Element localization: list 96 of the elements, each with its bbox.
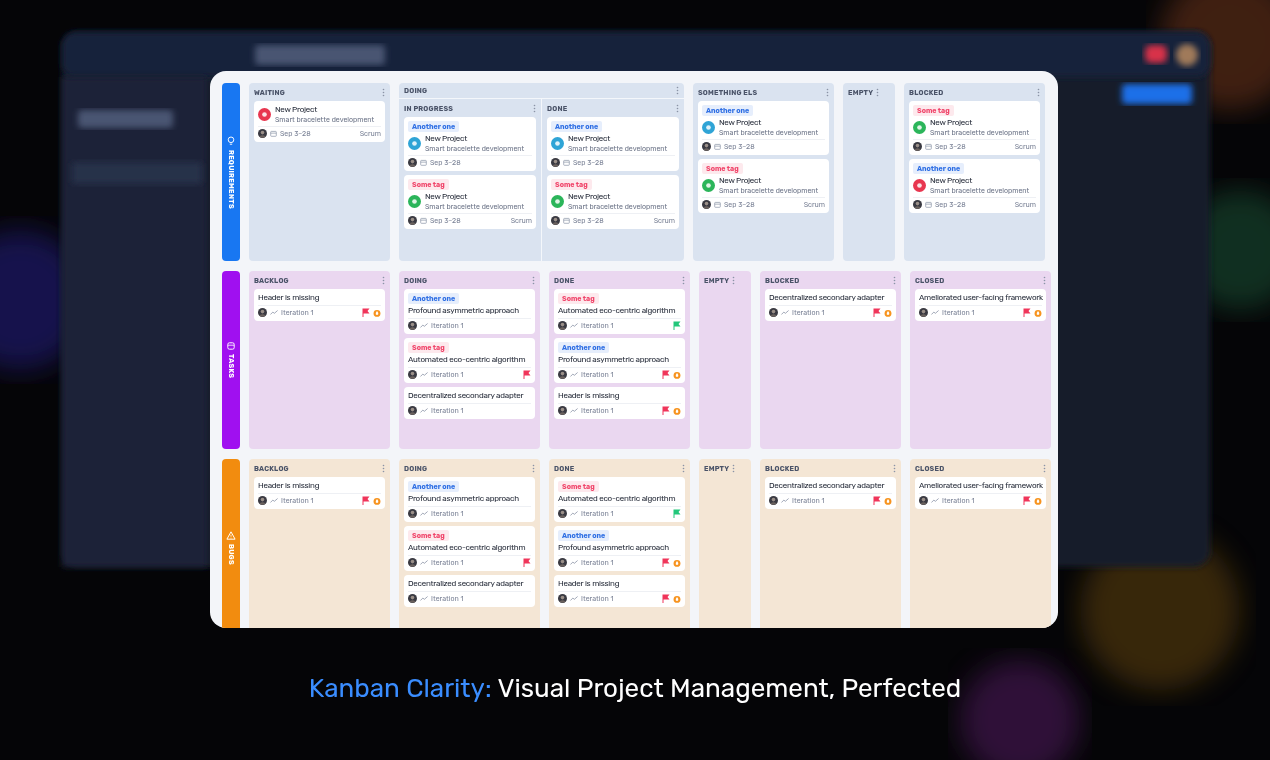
avatar-icon: [558, 558, 567, 567]
avatar-icon: [558, 370, 567, 379]
fire-icon: [1034, 496, 1042, 505]
card-title: Decentralized secondary adapter: [408, 579, 525, 589]
avatar-icon: [769, 308, 778, 317]
fire-icon: [373, 308, 381, 317]
card-title: New Project: [930, 176, 974, 186]
calendar-icon: [714, 201, 721, 208]
avatar-icon: [913, 142, 922, 151]
calendar-icon: [563, 159, 570, 166]
fire-icon: [673, 370, 681, 379]
avatar-icon: [558, 406, 567, 415]
trend-icon: [420, 596, 428, 601]
card-title: Header is missing: [558, 579, 621, 589]
trend-icon: [570, 511, 578, 516]
trend-icon: [420, 408, 428, 413]
card-title: New Project: [930, 118, 974, 128]
avatar-icon: [408, 558, 417, 567]
card-title: New Project: [719, 176, 763, 186]
avatar-icon: [408, 216, 417, 225]
card-title: New Project: [425, 192, 469, 202]
trend-icon: [420, 560, 428, 565]
avatar-icon: [408, 158, 417, 167]
fire-icon: [673, 594, 681, 603]
fire-icon: [673, 558, 681, 567]
caption-text: Visual Project Management, Perfected: [497, 673, 962, 704]
calendar-icon: [925, 143, 932, 150]
calendar-icon: [420, 159, 427, 166]
trend-icon: [570, 372, 578, 377]
fire-icon: [373, 496, 381, 505]
fire-icon: [673, 406, 681, 415]
card-title: Profound asymmetric approach: [408, 306, 520, 316]
trend-icon: [931, 310, 939, 315]
avatar-icon: [408, 321, 417, 330]
calendar-icon: [420, 217, 427, 224]
caption-highlight: Kanban Clarity:: [308, 673, 492, 704]
trend-icon: [420, 323, 428, 328]
card-title: New Project: [425, 134, 469, 144]
avatar-icon: [408, 370, 417, 379]
fire-icon: [1034, 308, 1042, 317]
trend-icon: [570, 323, 578, 328]
card-title: Automated eco-centric algorithm: [408, 355, 527, 365]
card-title: Decentralized secondary adapter: [769, 293, 886, 303]
lightbulb-icon: [227, 135, 235, 146]
card-title: Decentralized secondary adapter: [408, 391, 525, 401]
card-title: Ameliorated user-facing framework: [919, 481, 1042, 491]
warning-icon: [226, 531, 236, 541]
avatar-icon: [702, 200, 711, 209]
avatar-icon: [408, 406, 417, 415]
fire-icon: [884, 496, 892, 505]
avatar-icon: [408, 594, 417, 603]
trend-icon: [270, 310, 278, 315]
card-title: Profound asymmetric approach: [558, 543, 670, 553]
calendar-icon: [563, 217, 570, 224]
avatar-icon: [258, 496, 267, 505]
avatar-icon: [769, 496, 778, 505]
trend-icon: [570, 560, 578, 565]
calendar-icon: [714, 143, 721, 150]
trend-icon: [420, 511, 428, 516]
avatar-icon: [258, 308, 267, 317]
trend-icon: [270, 498, 278, 503]
card-title: Profound asymmetric approach: [408, 494, 520, 504]
avatar-icon: [702, 142, 711, 151]
card-title: Automated eco-centric algorithm: [558, 306, 677, 316]
avatar-icon: [258, 129, 267, 138]
card-title: Header is missing: [258, 293, 321, 303]
trend-icon: [931, 498, 939, 503]
avatar-icon: [558, 594, 567, 603]
calendar-icon: [925, 201, 932, 208]
card-title: New Project: [275, 105, 319, 115]
trend-icon: [570, 408, 578, 413]
card-title: Ameliorated user-facing framework: [919, 293, 1042, 303]
avatar-icon: [913, 200, 922, 209]
calendar-icon: [270, 130, 277, 137]
trend-icon: [781, 498, 789, 503]
card-title: Automated eco-centric algorithm: [408, 543, 527, 553]
card-title: Automated eco-centric algorithm: [558, 494, 677, 504]
avatar-icon: [551, 216, 560, 225]
card-title: New Project: [568, 192, 612, 202]
box-icon: [227, 341, 235, 350]
avatar-icon: [558, 509, 567, 518]
card-title: New Project: [719, 118, 763, 128]
fire-icon: [884, 308, 892, 317]
card-title: Header is missing: [558, 391, 621, 401]
card-title: Profound asymmetric approach: [558, 355, 670, 365]
avatar-icon: [558, 321, 567, 330]
card-title: Decentralized secondary adapter: [769, 481, 886, 491]
trend-icon: [570, 596, 578, 601]
trend-icon: [420, 372, 428, 377]
card-title: New Project: [568, 134, 612, 144]
trend-icon: [781, 310, 789, 315]
avatar-icon: [919, 496, 928, 505]
avatar-icon: [408, 509, 417, 518]
card-title: Header is missing: [258, 481, 321, 491]
avatar-icon: [919, 308, 928, 317]
avatar-icon: [551, 158, 560, 167]
